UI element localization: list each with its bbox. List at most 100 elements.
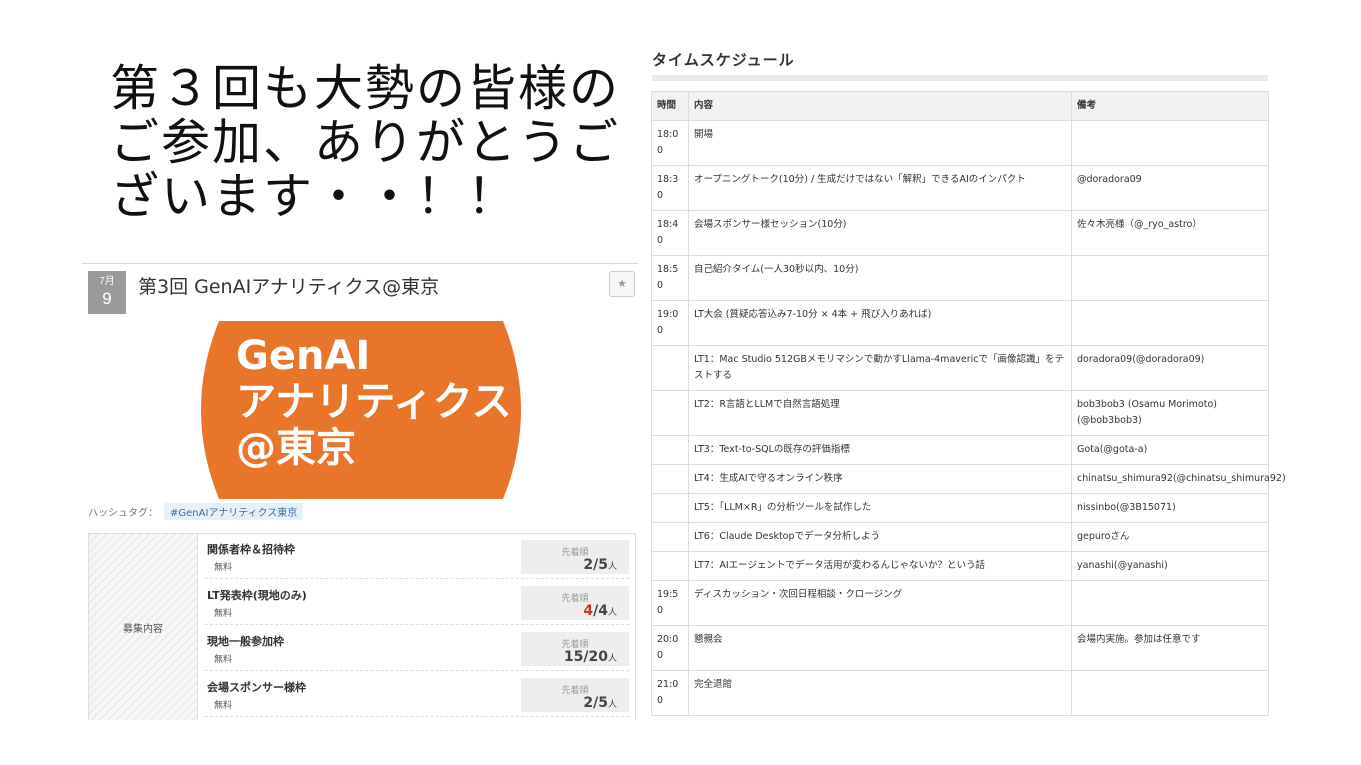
cell-note: Gota(@gota-a)	[1071, 435, 1269, 465]
cell-content: LT4：生成AIで守るオンライン秩序	[688, 464, 1072, 494]
table-row: LT7：AIエージェントでデータ活用が変わるんじゃないか？という話 yanashi…	[651, 551, 1269, 581]
ticket-count: 15/20人	[564, 649, 617, 665]
cell-content: LT3：Text-to-SQLの既存の評価指標	[688, 435, 1072, 465]
cell-content: LT大会 (質疑応答込み7-10分 × 4本 + 飛び入りあれば)	[688, 300, 1072, 346]
cell-content: 開場	[688, 120, 1072, 166]
table-row: LT1：Mac Studio 512GBメモリマシンで動かすLlama-4mav…	[651, 345, 1269, 391]
cell-note: chinatsu_shimura92(@chinatsu_shimura92)	[1071, 464, 1286, 494]
cell-time	[651, 390, 689, 436]
cell-time	[651, 345, 689, 391]
cell-content: オープニングトーク(10分) / 生成だけではない「解釈」できるAIのインパクト	[688, 165, 1072, 211]
ticket-capacity: /5	[593, 695, 608, 711]
ticket-row[interactable]: LT発表枠(現地のみ) 無料 先着順 4/4人	[205, 580, 629, 625]
schedule-table: 時間 内容 備考 18:00 開場 18:30 オープニングトーク(10分) / 生成…	[651, 91, 1286, 716]
cell-time	[651, 464, 689, 494]
cell-content: 自己紹介タイム(一人30秒以内、10分)	[688, 255, 1072, 301]
cell-note	[1071, 300, 1269, 346]
ticket-capacity: /4	[593, 603, 608, 619]
cell-content: LT5：「LLM×R」の分析ツールを試作した	[688, 493, 1072, 523]
hashtag-row: ハッシュタグ： #GenAIアナリティクス東京	[88, 503, 304, 520]
cell-time: 18:40	[651, 210, 689, 256]
cell-note: 佐々木亮様（@_ryo_astro）	[1071, 210, 1269, 256]
headline: 第３回も大勢の皆様の ご参加、ありがとうご ざいます・・！！	[110, 62, 630, 224]
banner-line: @東京	[236, 425, 356, 471]
ticket-name: LT発表枠(現地のみ)	[207, 589, 307, 602]
date-month: 7月	[99, 276, 115, 287]
schedule-divider	[652, 75, 1268, 81]
table-row: LT5：「LLM×R」の分析ツールを試作した nissinbo(@3B15071)	[651, 493, 1269, 523]
cell-time: 20:00	[651, 625, 689, 671]
ticket-price: 無料	[214, 609, 233, 619]
table-row: LT4：生成AIで守るオンライン秩序 chinatsu_shimura92(@ch…	[651, 464, 1286, 494]
star-icon: ★	[617, 277, 627, 290]
ticket-price: 無料	[214, 701, 233, 711]
ticket-row[interactable]: 関係者枠＆招待枠 無料 先着順 2/5人	[205, 534, 629, 579]
ticket-row[interactable]: 現地一般参加枠 無料 先着順 15/20人	[205, 626, 629, 671]
headline-line: ざいます・・！！	[110, 168, 519, 225]
table-row: LT2：R言語とLLMで自然言語処理 bob3bob3 (Osamu Morimo…	[651, 390, 1269, 436]
banner-text: GenAI アナリティクス @東京	[236, 333, 512, 471]
cell-time: 18:00	[651, 120, 689, 166]
ticket-count-box: 先着順 15/20人	[521, 632, 629, 666]
table-header-row: 時間 内容 備考	[651, 91, 1269, 121]
cell-content: LT1：Mac Studio 512GBメモリマシンで動かすLlama-4mav…	[688, 345, 1072, 391]
cell-content: LT6：Claude Desktopでデータ分析しよう	[688, 522, 1072, 552]
cell-note: gepuroさん	[1071, 522, 1269, 552]
recruit-side: 募集内容	[89, 534, 198, 720]
ticket-current: 4	[583, 603, 594, 619]
ticket-current: 2	[583, 557, 594, 573]
table-row: 18:00 開場	[651, 120, 1269, 166]
cell-content: LT2：R言語とLLMで自然言語処理	[688, 390, 1072, 436]
hashtag-label: ハッシュタグ：	[88, 508, 158, 519]
banner-line: GenAI	[236, 333, 371, 379]
hashtag-link[interactable]: #GenAIアナリティクス東京	[164, 503, 304, 520]
cell-content: 会場スポンサー様セッション(10分)	[688, 210, 1072, 256]
table-row: 19:50 ディスカッション・次回日程相談・クロージング	[651, 580, 1269, 626]
ticket-count: 2/5人	[583, 557, 617, 573]
table-row: 19:00 LT大会 (質疑応答込み7-10分 × 4本 + 飛び入りあれば)	[651, 300, 1269, 346]
cell-time	[651, 522, 689, 552]
ticket-count: 4/4人	[583, 603, 617, 619]
cell-note: 会場内実施。参加は任意です	[1071, 625, 1269, 671]
cell-content: 懇親会	[688, 625, 1072, 671]
column-header-content: 内容	[688, 91, 1072, 121]
cell-content: LT7：AIエージェントでデータ活用が変わるんじゃないか？という話	[688, 551, 1072, 581]
table-row: 18:40 会場スポンサー様セッション(10分) 佐々木亮様（@_ryo_astro…	[651, 210, 1269, 256]
table-row: 21:00 完全退館	[651, 670, 1269, 716]
cell-time: 18:50	[651, 255, 689, 301]
ticket-price: 無料	[214, 563, 233, 573]
favorite-button[interactable]: ★	[609, 271, 635, 297]
ticket-count-box: 先着順 2/5人	[521, 540, 629, 574]
ticket-name: 会場スポンサー様枠	[207, 681, 306, 694]
ticket-capacity: /5	[593, 557, 608, 573]
cell-note: bob3bob3 (Osamu Morimoto)(@bob3bob3)	[1071, 390, 1269, 436]
ticket-name: 現地一般参加枠	[207, 635, 284, 648]
table-row: LT6：Claude Desktopでデータ分析しよう gepuroさん	[651, 522, 1269, 552]
banner-line: アナリティクス	[236, 379, 512, 425]
cell-content: 完全退館	[688, 670, 1072, 716]
cell-time	[651, 493, 689, 523]
table-row: 20:00 懇親会 会場内実施。参加は任意です	[651, 625, 1269, 671]
cell-time: 19:00	[651, 300, 689, 346]
cell-note: doradora09(@doradora09)	[1071, 345, 1269, 391]
cell-time: 19:50	[651, 580, 689, 626]
ticket-unit: 人	[607, 562, 617, 572]
headline-line: ご参加、ありがとうご	[110, 114, 621, 171]
cell-note: yanashi(@yanashi)	[1071, 551, 1269, 581]
cell-note	[1071, 120, 1269, 166]
date-badge: 7月 9	[88, 271, 126, 314]
ticket-capacity: /20	[583, 649, 608, 665]
column-header-time: 時間	[651, 91, 689, 121]
table-row: LT3：Text-to-SQLの既存の評価指標 Gota(@gota-a)	[651, 435, 1269, 465]
schedule-title: タイムスケジュール	[652, 51, 795, 69]
date-day: 9	[102, 289, 112, 308]
ticket-current: 15	[563, 649, 584, 665]
ticket-unit: 人	[607, 700, 617, 710]
table-row: 18:50 自己紹介タイム(一人30秒以内、10分)	[651, 255, 1269, 301]
ticket-row[interactable]: 会場スポンサー様枠 無料 先着順 2/5人	[205, 672, 629, 717]
ticket-current: 2	[583, 695, 594, 711]
event-title[interactable]: 第3回 GenAIアナリティクス@東京	[138, 272, 439, 299]
cell-time: 18:30	[651, 165, 689, 211]
ticket-unit: 人	[607, 654, 617, 664]
recruit-section: 募集内容 関係者枠＆招待枠 無料 先着順 2/5人 LT発表枠(現地のみ) 無料 先着順 4/…	[88, 533, 636, 720]
